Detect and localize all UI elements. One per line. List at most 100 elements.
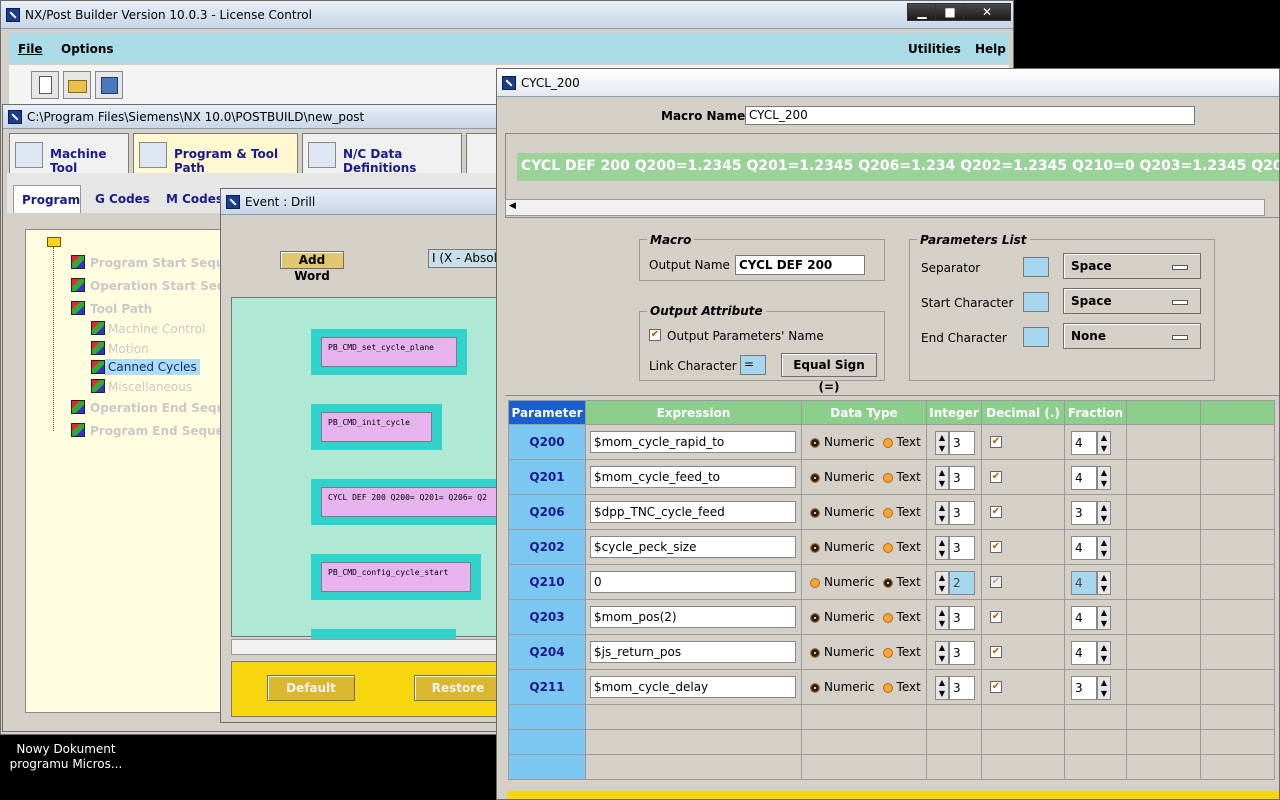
block-set-cycle-plane[interactable]: PB_CMD_set_cycle_plane — [311, 329, 467, 375]
numeric-radio[interactable] — [810, 647, 820, 658]
tree-root-folder-icon[interactable] — [47, 237, 61, 247]
close-button[interactable]: ✕ — [963, 3, 1011, 21]
text-radio[interactable] — [882, 437, 893, 448]
numeric-radio[interactable] — [810, 682, 820, 693]
minimize-button[interactable]: ▁ — [907, 3, 937, 21]
separator-swatch[interactable] — [1023, 257, 1049, 277]
subtab-g-codes[interactable]: G Codes — [95, 192, 150, 206]
param-cell[interactable]: Q200 — [508, 424, 586, 460]
start-char-swatch[interactable] — [1023, 292, 1049, 312]
integer-spinner[interactable]: ▲ ▼ — [935, 536, 949, 560]
param-cell[interactable] — [508, 704, 586, 730]
decimal-checkbox[interactable]: ✔ — [990, 436, 1002, 448]
param-cell[interactable] — [508, 729, 586, 755]
decimal-checkbox[interactable]: ✔ — [990, 681, 1002, 693]
numeric-radio[interactable] — [810, 612, 820, 623]
expression-input[interactable]: 0 — [590, 571, 796, 593]
numeric-radio[interactable] — [810, 542, 820, 553]
scroll-left-icon[interactable]: ◀ — [509, 201, 516, 211]
open-folder-icon[interactable] — [63, 71, 91, 99]
numeric-radio[interactable] — [810, 577, 820, 588]
save-icon[interactable] — [95, 71, 123, 99]
expression-input[interactable]: $mom_cycle_delay — [590, 676, 796, 698]
integer-value[interactable]: 2 — [949, 571, 975, 595]
block-cycl-def[interactable]: CYCL DEF 200 Q200= Q201= Q206= Q2 — [311, 479, 509, 525]
decimal-checkbox[interactable]: ✔ — [990, 471, 1002, 483]
fraction-spinner[interactable]: ▲ ▼ — [1097, 606, 1111, 630]
preview-scrollbar[interactable]: ◀ — [505, 199, 1265, 216]
expression-input[interactable]: $cycle_peck_size — [590, 536, 796, 558]
horizontal-scrollbar[interactable] — [231, 639, 509, 655]
fraction-spinner[interactable]: ▲ ▼ — [1097, 641, 1111, 665]
param-cell[interactable]: Q204 — [508, 634, 586, 670]
param-cell[interactable]: Q203 — [508, 599, 586, 635]
decimal-checkbox[interactable]: ✔ — [990, 611, 1002, 623]
fraction-value[interactable]: 3 — [1071, 676, 1097, 700]
add-word-button[interactable]: Add Word — [280, 251, 344, 283]
decimal-checkbox[interactable]: ✔ — [990, 646, 1002, 658]
fraction-value[interactable]: 4 — [1071, 606, 1097, 630]
expression-input[interactable]: $js_return_pos — [590, 641, 796, 663]
output-name-input[interactable]: CYCL DEF 200 — [735, 255, 865, 275]
menu-options[interactable]: Options — [61, 42, 114, 56]
decimal-checkbox[interactable]: ✔ — [990, 506, 1002, 518]
start-char-dropdown[interactable]: Space — [1063, 288, 1201, 314]
output-params-checkbox[interactable]: ✔ — [649, 329, 661, 341]
integer-spinner[interactable]: ▲ ▼ — [935, 606, 949, 630]
decimal-checkbox[interactable]: ✔ — [990, 576, 1002, 588]
fraction-spinner[interactable]: ▲ ▼ — [1097, 501, 1111, 525]
fraction-value[interactable]: 4 — [1071, 536, 1097, 560]
tab-machine-tool[interactable]: Machine Tool — [9, 133, 129, 175]
fraction-spinner[interactable]: ▲ ▼ — [1097, 466, 1111, 490]
param-cell[interactable]: Q202 — [508, 529, 586, 565]
subtab-m-codes[interactable]: M Codes — [166, 192, 223, 206]
integer-value[interactable]: 3 — [949, 431, 975, 455]
link-char-input[interactable]: = — [740, 355, 766, 375]
tab-nc-data[interactable]: N/C Data Definitions — [302, 133, 462, 175]
macro-name-input[interactable]: CYCL_200 — [745, 106, 1195, 125]
integer-spinner[interactable]: ▲ ▼ — [935, 571, 949, 595]
fraction-value[interactable]: 4 — [1071, 641, 1097, 665]
integer-value[interactable]: 3 — [949, 466, 975, 490]
equal-sign-dropdown[interactable]: Equal Sign (=) — [781, 353, 877, 394]
integer-value[interactable]: 3 — [949, 606, 975, 630]
fraction-value[interactable]: 3 — [1071, 501, 1097, 525]
text-radio[interactable] — [882, 577, 893, 588]
numeric-radio[interactable] — [810, 472, 820, 483]
text-radio[interactable] — [882, 647, 893, 658]
fraction-spinner[interactable]: ▲ ▼ — [1097, 571, 1111, 595]
block-config-cycle-start[interactable]: PB_CMD_config_cycle_start — [311, 554, 481, 600]
fraction-value[interactable]: 4 — [1071, 571, 1097, 595]
restore-button[interactable]: Restore — [414, 675, 502, 701]
tree-item[interactable]: Motion — [108, 342, 149, 356]
subtab-program[interactable]: Program — [13, 185, 81, 213]
integer-spinner[interactable]: ▲ ▼ — [935, 676, 949, 700]
menu-help[interactable]: Help — [975, 42, 1006, 56]
separator-dropdown[interactable]: Space — [1063, 253, 1201, 279]
numeric-radio[interactable] — [810, 437, 820, 448]
desktop-icon-label[interactable]: Nowy Dokument programu Micros... — [6, 742, 126, 772]
integer-value[interactable]: 3 — [949, 676, 975, 700]
fraction-spinner[interactable]: ▲ ▼ — [1097, 431, 1111, 455]
integer-value[interactable]: 3 — [949, 536, 975, 560]
param-cell[interactable]: Q210 — [508, 564, 586, 600]
text-radio[interactable] — [882, 472, 893, 483]
fraction-value[interactable]: 4 — [1071, 466, 1097, 490]
numeric-radio[interactable] — [810, 507, 820, 518]
fraction-spinner[interactable]: ▲ ▼ — [1097, 676, 1111, 700]
new-file-icon[interactable] — [31, 71, 59, 99]
tree-item[interactable]: Machine Control — [108, 322, 205, 336]
menu-utilities[interactable]: Utilities — [908, 42, 961, 56]
tree-item[interactable]: Miscellaneous — [108, 380, 192, 394]
block-partial[interactable] — [311, 629, 456, 639]
fraction-value[interactable]: 4 — [1071, 431, 1097, 455]
block-init-cycle[interactable]: PB_CMD_init_cycle — [311, 404, 442, 450]
tree-item-selected[interactable]: Canned Cycles — [105, 359, 200, 375]
tab-program-tool-path[interactable]: Program & Tool Path — [133, 133, 298, 175]
end-char-swatch[interactable] — [1023, 327, 1049, 347]
text-radio[interactable] — [882, 507, 893, 518]
expression-input[interactable]: $mom_cycle_feed_to — [590, 466, 796, 488]
default-button[interactable]: Default — [267, 675, 355, 701]
fraction-spinner[interactable]: ▲ ▼ — [1097, 536, 1111, 560]
integer-spinner[interactable]: ▲ ▼ — [935, 466, 949, 490]
